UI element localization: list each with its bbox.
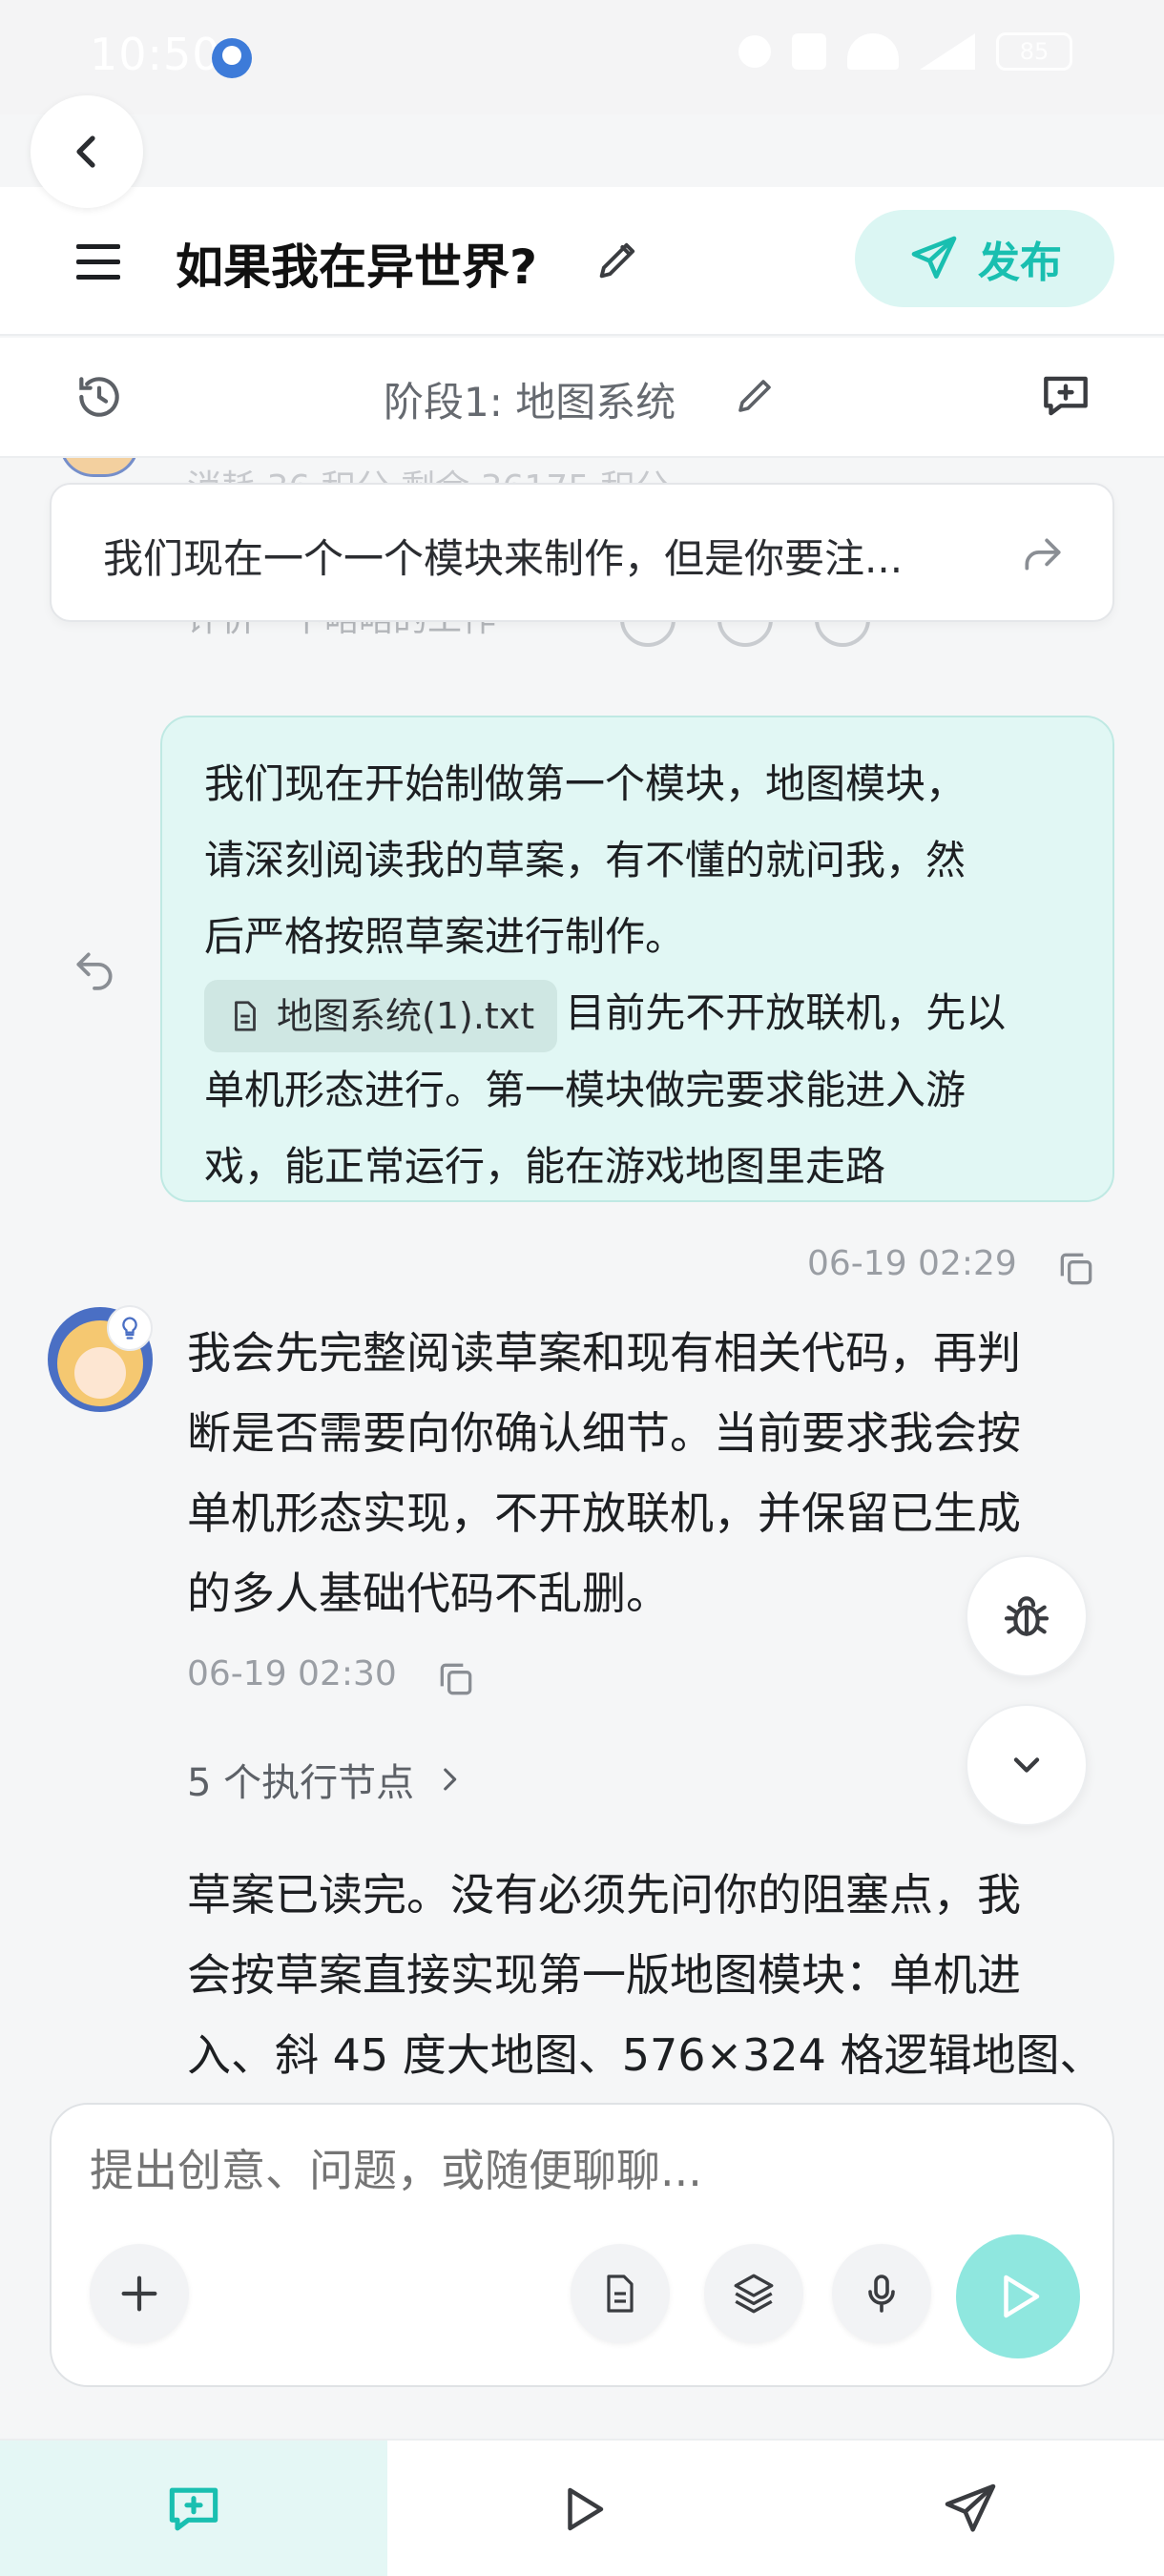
message-line: 我们现在开始制做第一个模块，地图模块， <box>204 760 967 807</box>
send-button[interactable] <box>956 2234 1080 2358</box>
nav-publish[interactable] <box>777 2441 1164 2576</box>
status-icons: 85 <box>738 32 1072 71</box>
pinned-message[interactable]: 我们现在一个一个模块来制作，但是你要注... <box>50 483 1114 622</box>
layers-button[interactable] <box>704 2244 803 2343</box>
ai-timestamp: 06-19 02:30 <box>187 1654 397 1693</box>
nav-run[interactable] <box>387 2441 777 2576</box>
scroll-down-button[interactable] <box>966 1704 1088 1826</box>
file-attachment[interactable]: 地图系统(1).txt <box>204 979 558 1052</box>
vibrate-icon <box>792 33 826 70</box>
chevron-right-icon <box>444 1768 457 1791</box>
exec-nodes-link[interactable]: 5 个执行节点 <box>187 1752 466 1807</box>
document-button[interactable] <box>571 2244 670 2343</box>
wifi-icon <box>847 33 899 70</box>
message-line: 后严格按照草案进行制作。 <box>204 913 686 960</box>
status-time: 10:50 <box>90 29 221 80</box>
play-icon <box>1004 2275 1040 2318</box>
chevron-down-icon <box>1013 1757 1040 1773</box>
message-text: 目前先不开放联机，先以 <box>565 989 1007 1036</box>
copy-icon[interactable] <box>435 1658 477 1700</box>
status-bar: 10:50 85 <box>0 0 1164 114</box>
paper-plane-icon <box>945 2483 996 2532</box>
chat-icon <box>169 2487 218 2531</box>
message-line: 地图系统(1).txt 目前先不开放联机，先以 <box>204 975 1070 1052</box>
chat-area[interactable]: 消耗 36 积分 剩余 36175 积分 评价一下略略的工作 我们现在一个一个模… <box>0 458 1164 2080</box>
bug-icon <box>1004 1596 1050 1636</box>
ai-message-line: 的多人基础代码不乱删。 <box>187 1568 670 1619</box>
battery-icon: 85 <box>996 32 1072 71</box>
pinned-text: 我们现在一个一个模块来制作，但是你要注... <box>103 535 904 582</box>
user-timestamp: 06-19 02:29 <box>807 1244 1017 1283</box>
copy-icon[interactable] <box>1055 1248 1097 1290</box>
composer <box>50 2103 1114 2387</box>
ai-message-line: 单机形态实现，不开放联机，并保留已生成 <box>187 1487 1021 1539</box>
document-icon <box>607 2275 634 2313</box>
back-icon <box>76 135 95 168</box>
history-icon[interactable] <box>73 370 126 424</box>
file-icon <box>235 1000 256 1031</box>
header: 如果我在异世界? 发布 <box>0 187 1164 336</box>
file-name: 地图系统(1).txt <box>277 994 535 1037</box>
share-icon[interactable] <box>1019 530 1067 578</box>
signal-icon <box>920 33 975 70</box>
message-input[interactable] <box>90 2145 1044 2196</box>
user-message-bubble: 我们现在开始制做第一个模块，地图模块， 请深刻阅读我的草案，有不懂的就问我，然 … <box>160 716 1114 1202</box>
new-chat-icon[interactable] <box>1036 366 1095 426</box>
retry-icon[interactable] <box>71 945 118 992</box>
mic-icon <box>868 2275 895 2313</box>
exec-nodes-label: 5 个执行节点 <box>187 1761 415 1805</box>
bulb-icon <box>107 1305 153 1351</box>
menu-icon[interactable] <box>76 244 120 280</box>
message-line: 单机形态进行。第一模块做完要求能进入游 <box>204 1066 967 1113</box>
ai-message-line: 我会先完整阅读草案和现有相关代码，再判 <box>187 1327 1021 1379</box>
add-button[interactable] <box>90 2244 189 2343</box>
ai-message-line: 入、斜 45 度大地图、576×324 格逻辑地图、 <box>187 2029 1104 2080</box>
edit-stage-icon[interactable] <box>733 372 779 418</box>
plus-icon <box>121 2275 157 2312</box>
page-title: 如果我在异世界? <box>176 239 538 295</box>
bottom-nav <box>0 2439 1164 2576</box>
message-line: 请深刻阅读我的草案，有不懂的就问我，然 <box>204 837 967 883</box>
play-icon <box>568 2487 604 2531</box>
send-icon <box>911 236 957 279</box>
message-line: 戏，能正常运行，能在游戏地图里走路 <box>204 1142 886 1190</box>
layers-icon <box>734 2274 774 2314</box>
alarm-icon <box>738 35 771 68</box>
publish-label: 发布 <box>978 239 1062 287</box>
app-notification-icon <box>212 38 252 78</box>
ai-message-line: 断是否需要向你确认细节。当前要求我会按 <box>187 1407 1021 1459</box>
avatar <box>59 458 139 477</box>
back-button[interactable] <box>31 95 143 208</box>
stage-bar: 阶段1: 地图系统 <box>0 338 1164 458</box>
voice-button[interactable] <box>832 2244 931 2343</box>
stage-label[interactable]: 阶段1: 地图系统 <box>384 370 676 428</box>
ai-message-line: 草案已读完。没有必须先问你的阻塞点，我 <box>187 1869 1021 1921</box>
edit-title-icon[interactable] <box>593 235 643 284</box>
nav-chat[interactable] <box>0 2441 387 2576</box>
ai-message-line: 会按草案直接实现第一版地图模块：单机进 <box>187 1949 1021 2001</box>
publish-button[interactable]: 发布 <box>855 210 1114 307</box>
debug-button[interactable] <box>966 1555 1088 1677</box>
